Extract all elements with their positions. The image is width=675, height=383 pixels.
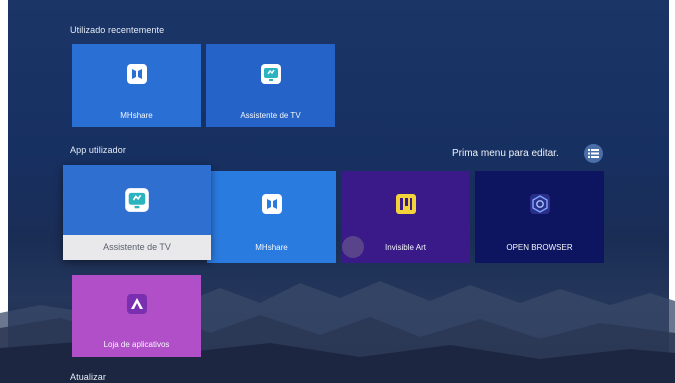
tile-icon-area: [207, 171, 336, 236]
tile-label: MHshare: [207, 236, 336, 263]
tile-icon-area: [72, 275, 201, 333]
tv-assistant-icon: [259, 62, 283, 86]
tile-label: Assistente de TV: [206, 104, 335, 127]
list-icon: [588, 145, 599, 163]
menu-button[interactable]: [584, 144, 603, 163]
tile-label: MHshare: [72, 104, 201, 127]
section-update-title: Atualizar: [70, 372, 106, 382]
recent-tile-tv-assistant[interactable]: Assistente de TV: [206, 44, 335, 127]
recent-tile-mhshare[interactable]: MHshare: [72, 44, 201, 127]
section-recent-title: Utilizado recentemente: [70, 25, 165, 35]
edit-hint-text: Prima menu para editar.: [452, 148, 559, 159]
tile-label: Assistente de TV: [63, 235, 211, 260]
tile-label: OPEN BROWSER: [475, 236, 604, 263]
tv-assistant-icon: [123, 186, 151, 214]
app-tile-app-store[interactable]: Loja de aplicativos: [72, 275, 201, 357]
app-tile-mhshare[interactable]: MHshare: [207, 171, 336, 263]
app-tile-open-browser[interactable]: OPEN BROWSER: [475, 171, 604, 263]
mhshare-icon: [260, 192, 284, 216]
tile-icon-area: [72, 44, 201, 104]
app-tile-tv-assistant[interactable]: Assistente de TV: [63, 165, 211, 260]
section-user-apps-title: App utilizador: [70, 145, 126, 155]
tile-icon-area: [341, 171, 470, 236]
tile-icon-area: [206, 44, 335, 104]
cursor-shadow: [342, 236, 364, 258]
invisible-art-icon: [394, 192, 418, 216]
tile-icon-area: [63, 165, 211, 235]
mhshare-icon: [125, 62, 149, 86]
app-store-icon: [125, 292, 149, 316]
tile-icon-area: [475, 171, 604, 236]
tile-label: Loja de aplicativos: [72, 333, 201, 357]
open-browser-icon: [528, 192, 552, 216]
